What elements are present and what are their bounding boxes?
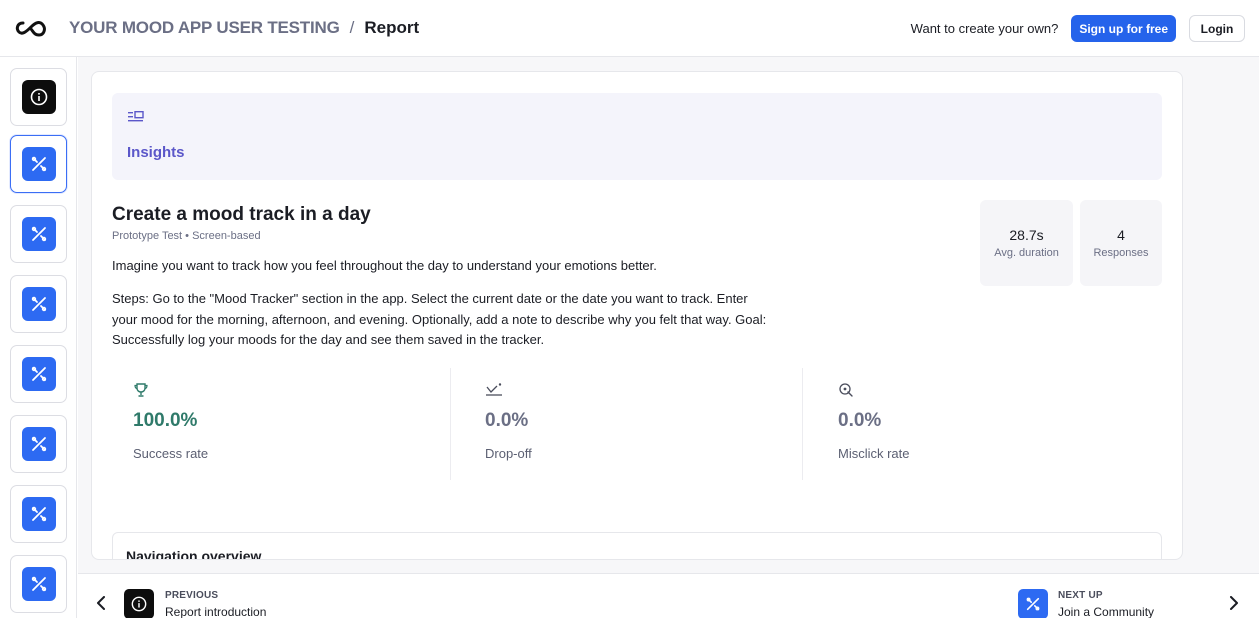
avg-duration-label: Avg. duration — [994, 247, 1059, 259]
drop-off-metric: 0.0% Drop-off — [485, 368, 785, 478]
misclick-rate-metric: 0.0% Misclick rate — [838, 368, 1138, 478]
success-rate-value: 100.0% — [133, 410, 198, 431]
page-title: Report — [364, 18, 420, 37]
drop-off-icon — [486, 383, 502, 396]
prototype-icon — [31, 296, 46, 312]
navigation-overview-section[interactable]: Navigation overview — [112, 532, 1162, 560]
responses-stat: 4 Responses — [1080, 200, 1162, 286]
rail-tile — [21, 217, 56, 251]
rail-item-prototype-test-7[interactable] — [10, 555, 67, 613]
prototype-icon — [31, 366, 46, 382]
rail-tile — [21, 147, 56, 181]
info-icon — [131, 596, 147, 612]
chevron-right-icon[interactable] — [1229, 596, 1239, 610]
infinity-logo-icon[interactable] — [14, 19, 48, 39]
signup-button[interactable]: Sign up for free — [1071, 15, 1176, 42]
navigation-overview-title: Navigation overview — [126, 548, 262, 560]
previous-block-name[interactable]: Report introduction — [165, 605, 266, 618]
insights-icon — [128, 111, 144, 122]
trophy-icon — [134, 383, 148, 397]
insights-label: Insights — [127, 144, 185, 161]
info-icon — [30, 88, 47, 106]
promo-text: Want to create your own? — [910, 21, 1059, 36]
prototype-icon — [31, 156, 46, 172]
task-subtitle: Prototype Test • Screen-based — [112, 230, 261, 242]
prototype-icon — [1026, 597, 1040, 611]
previous-kicker: PREVIOUS — [165, 590, 219, 601]
block-navigation-rail — [0, 57, 77, 618]
block-pager-footer: PREVIOUS Report introduction NEXT UP Joi… — [78, 573, 1259, 618]
responses-label: Responses — [1093, 247, 1149, 259]
next-block-name[interactable]: Join a Community — [1058, 605, 1154, 618]
insights-banner[interactable]: Insights — [112, 93, 1162, 180]
rail-item-prototype-test-5[interactable] — [10, 415, 67, 473]
report-card[interactable]: Insights Create a mood track in a day Pr… — [91, 71, 1183, 560]
breadcrumb: YOUR MOOD APP USER TESTING / Report — [69, 18, 419, 38]
success-rate-metric: 100.0% Success rate — [133, 368, 433, 478]
drop-off-label: Drop-off — [485, 446, 532, 461]
metric-divider — [450, 368, 451, 480]
rail-item-prototype-test-6[interactable] — [10, 485, 67, 543]
prototype-icon — [31, 506, 46, 522]
top-header: YOUR MOOD APP USER TESTING / Report Want… — [0, 0, 1259, 57]
misclick-icon — [839, 383, 853, 397]
task-description: Imagine you want to track how you feel t… — [112, 258, 657, 273]
chevron-left-icon[interactable] — [96, 596, 106, 610]
rail-tile — [21, 80, 56, 114]
avg-duration-stat: 28.7s Avg. duration — [980, 200, 1073, 286]
rail-item-prototype-test-1[interactable] — [10, 135, 67, 193]
task-steps: Steps: Go to the "Mood Tracker" section … — [112, 291, 767, 347]
success-rate-label: Success rate — [133, 446, 209, 461]
metric-divider — [802, 368, 803, 480]
rail-item-prototype-test-2[interactable] — [10, 205, 67, 263]
misclick-rate-value: 0.0% — [838, 410, 882, 431]
rail-tile — [21, 497, 56, 531]
prototype-icon — [31, 576, 46, 592]
rail-tile — [21, 567, 56, 601]
task-title: Create a mood track in a day — [112, 204, 371, 225]
next-kicker: NEXT UP — [1058, 590, 1103, 601]
rail-item-report-introduction[interactable] — [10, 68, 67, 126]
rail-tile — [21, 427, 56, 461]
breadcrumb-separator: / — [349, 18, 355, 37]
next-block-tile[interactable] — [1018, 589, 1048, 618]
prototype-icon — [31, 436, 46, 452]
login-button[interactable]: Login — [1189, 15, 1245, 42]
rail-tile — [21, 287, 56, 321]
breadcrumb-project[interactable]: YOUR MOOD APP USER TESTING — [69, 18, 340, 38]
drop-off-value: 0.0% — [485, 410, 529, 431]
prototype-icon — [31, 226, 46, 242]
rail-item-prototype-test-3[interactable] — [10, 275, 67, 333]
misclick-rate-label: Misclick rate — [838, 446, 910, 461]
avg-duration-value: 28.7s — [1009, 227, 1044, 243]
responses-value: 4 — [1117, 227, 1125, 243]
previous-block-tile[interactable] — [124, 589, 154, 618]
rail-item-prototype-test-4[interactable] — [10, 345, 67, 403]
header-actions: Want to create your own? Sign up for fre… — [911, 15, 1245, 42]
rail-tile — [21, 357, 56, 391]
